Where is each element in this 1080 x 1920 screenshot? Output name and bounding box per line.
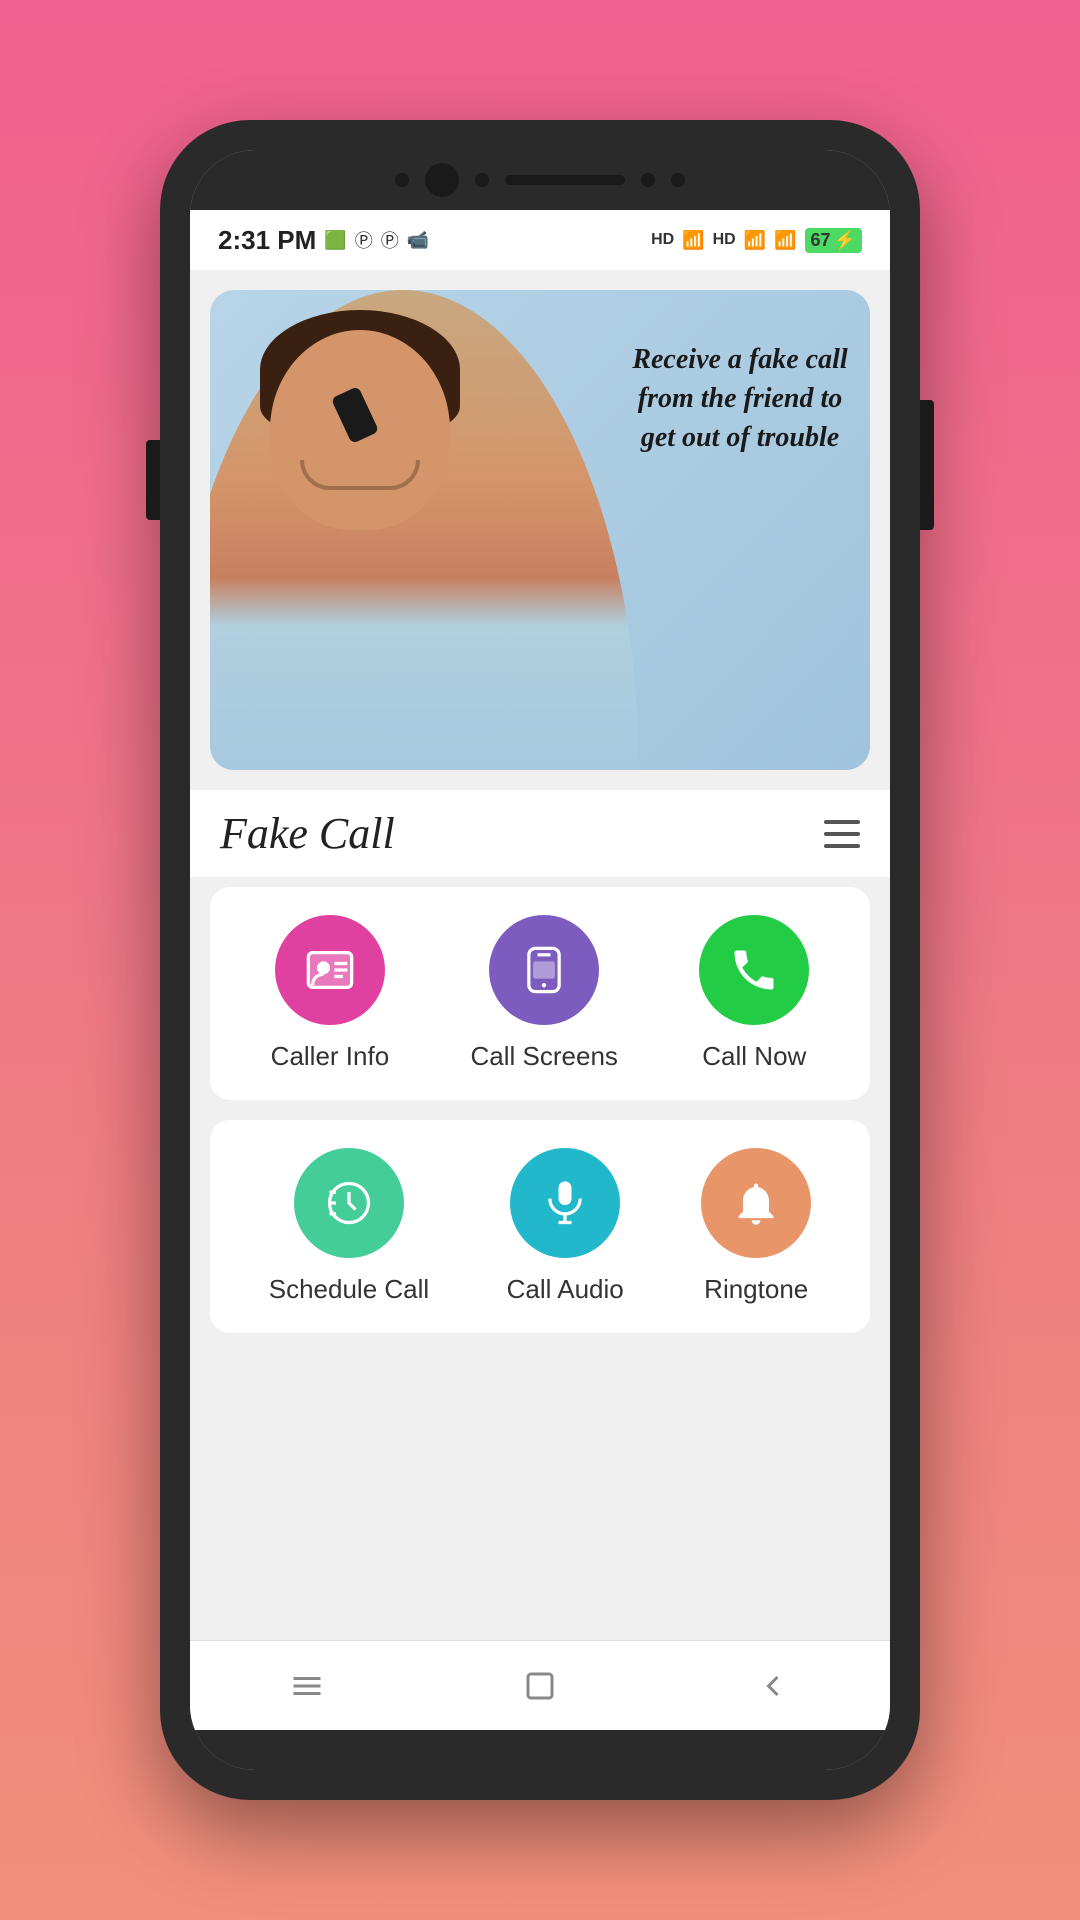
ringtone-icon-circle xyxy=(701,1148,811,1258)
speaker xyxy=(505,175,625,185)
signal-2: 📶 xyxy=(744,230,766,251)
sensor-right xyxy=(641,173,655,187)
sensor-far-right xyxy=(671,173,685,187)
bottom-bezel xyxy=(190,1730,890,1770)
app-title-bar: Fake Call xyxy=(190,790,890,877)
back-nav-icon xyxy=(755,1668,791,1704)
nav-back-button[interactable] xyxy=(725,1658,821,1714)
bottom-nav xyxy=(190,1640,890,1730)
caller-info-button[interactable]: Caller Info xyxy=(271,915,390,1072)
call-now-label: Call Now xyxy=(702,1041,806,1072)
menu-line-2 xyxy=(824,832,860,836)
caller-info-icon-circle xyxy=(275,915,385,1025)
nav-recents-button[interactable] xyxy=(492,1658,588,1714)
mic-icon xyxy=(539,1177,591,1229)
status-right: HD 📶 HD 📶 📶 67 ⚡ xyxy=(651,228,862,253)
clock-list-icon xyxy=(323,1177,375,1229)
bell-icon xyxy=(730,1177,782,1229)
call-audio-label: Call Audio xyxy=(507,1274,624,1305)
phone-icon xyxy=(728,944,780,996)
camera-bar xyxy=(190,150,890,210)
app-content: Receive a fake call from the friend to g… xyxy=(190,270,890,1640)
status-time: 2:31 PM xyxy=(218,225,316,256)
notification-icon-2: Ⓟ xyxy=(355,227,373,253)
person-card-icon xyxy=(304,944,356,996)
call-screens-button[interactable]: Call Screens xyxy=(471,915,618,1072)
menu-line-1 xyxy=(824,820,860,824)
schedule-call-icon-circle xyxy=(294,1148,404,1258)
hamburger-nav-icon xyxy=(289,1668,325,1704)
battery-percent: 67 xyxy=(811,230,831,251)
phone-screen: 2:31 PM 🟩 Ⓟ Ⓟ 📹 HD 📶 HD 📶 📶 67 ⚡ xyxy=(190,150,890,1770)
call-audio-button[interactable]: Call Audio xyxy=(507,1148,624,1305)
battery-indicator: 67 ⚡ xyxy=(805,228,862,253)
menu-button[interactable] xyxy=(824,820,860,848)
hero-image: Receive a fake call from the friend to g… xyxy=(210,290,870,770)
ringtone-button[interactable]: Ringtone xyxy=(701,1148,811,1305)
call-screens-label: Call Screens xyxy=(471,1041,618,1072)
call-screens-icon-circle xyxy=(489,915,599,1025)
hd-icon-2: HD xyxy=(713,231,736,249)
wifi-icon: 📶 xyxy=(774,230,796,251)
feature-card-row-2: Schedule Call Call Audio xyxy=(210,1120,870,1333)
phone-screen-icon xyxy=(518,944,570,996)
call-now-button[interactable]: Call Now xyxy=(699,915,809,1072)
schedule-call-button[interactable]: Schedule Call xyxy=(269,1148,429,1305)
square-nav-icon xyxy=(522,1668,558,1704)
notification-icon-3: Ⓟ xyxy=(381,227,399,253)
call-now-icon-circle xyxy=(699,915,809,1025)
status-left: 2:31 PM 🟩 Ⓟ Ⓟ 📹 xyxy=(218,225,429,256)
hd-icon-1: HD xyxy=(651,231,674,249)
ringtone-label: Ringtone xyxy=(704,1274,808,1305)
camera-dot-left xyxy=(395,173,409,187)
schedule-call-label: Schedule Call xyxy=(269,1274,429,1305)
signal-1: 📶 xyxy=(682,230,704,251)
hero-text-box: Receive a fake call from the friend to g… xyxy=(630,340,850,458)
caller-info-label: Caller Info xyxy=(271,1041,390,1072)
menu-line-3 xyxy=(824,844,860,848)
camera-dot-right xyxy=(475,173,489,187)
battery-bolt: ⚡ xyxy=(834,230,856,251)
call-audio-icon-circle xyxy=(510,1148,620,1258)
notification-icon-4: 📹 xyxy=(407,230,429,251)
hero-tagline: Receive a fake call from the friend to g… xyxy=(630,340,850,458)
feature-card-row-1: Caller Info Call Screens xyxy=(210,887,870,1100)
app-title: Fake Call xyxy=(220,808,395,859)
status-bar: 2:31 PM 🟩 Ⓟ Ⓟ 📹 HD 📶 HD 📶 📶 67 ⚡ xyxy=(190,210,890,270)
nav-home-button[interactable] xyxy=(259,1658,355,1714)
phone-device: 2:31 PM 🟩 Ⓟ Ⓟ 📹 HD 📶 HD 📶 📶 67 ⚡ xyxy=(160,120,920,1800)
notification-icon-1: 🟩 xyxy=(324,230,346,251)
camera-main xyxy=(425,163,459,197)
